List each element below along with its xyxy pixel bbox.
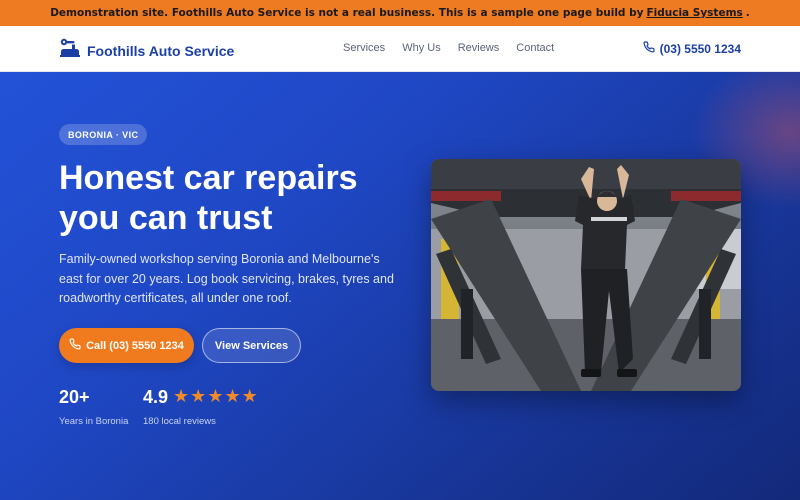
nav-link-contact[interactable]: Contact [516,42,554,54]
phone-icon [643,41,655,56]
stat-rating-value: 4.9 [143,386,169,407]
stat-rating: 4.9 ★ ★ ★ ★ ★ 180 local reviews [143,386,258,428]
demo-banner-end: . [745,7,750,19]
site-header: Foothills Auto Service Services Why Us R… [0,26,800,72]
star-icon: ★ [224,386,241,407]
star-icon: ★ [241,386,258,407]
view-services-button[interactable]: View Services [202,328,301,363]
star-icon: ★ [207,386,224,407]
hero-headline-line-1: Honest car repairs [59,159,358,197]
demo-banner-text: Demonstration site. Foothills Auto Servi… [50,7,644,19]
stat-years-label: Years in Boronia [59,416,129,427]
header-phone-link[interactable]: (03) 5550 1234 [643,41,741,56]
call-button-label: Call (03) 5550 1234 [86,339,184,352]
demo-banner: Demonstration site. Foothills Auto Servi… [0,0,800,26]
main-menu: Services Why Us Reviews Contact [343,42,554,54]
hero-description: Family-owned workshop serving Boronia an… [59,252,394,305]
star-icon: ★ [173,386,190,407]
rating-stars: ★ ★ ★ ★ ★ [173,388,258,406]
brand-name: Foothills Auto Service [87,42,235,59]
stat-rating-label: 180 local reviews [143,416,216,427]
mechanic-photo [431,159,741,391]
hero-headline-line-2: you can trust [59,199,273,237]
hero-headline: Honest car repairs you can trust [59,158,419,238]
stat-rating-row: 4.9 ★ ★ ★ ★ ★ [143,386,258,408]
stat-years: 20+ Years in Boronia [59,386,129,428]
wrench-car-icon [59,38,81,63]
nav-link-why-us[interactable]: Why Us [402,42,441,54]
stat-years-value: 20+ [59,386,90,407]
call-button[interactable]: Call (03) 5550 1234 [59,328,194,363]
header-phone-number: (03) 5550 1234 [659,41,741,56]
nav-link-reviews[interactable]: Reviews [458,42,500,54]
location-badge: BORONIA · VIC [59,124,148,145]
star-icon: ★ [190,386,207,407]
fiducia-link[interactable]: Fiducia Systems [646,7,742,19]
hero-section: BORONIA · VIC Honest car repairs you can… [0,72,800,500]
nav-link-services[interactable]: Services [343,42,385,54]
phone-icon [69,338,81,353]
brand-logo-link[interactable]: Foothills Auto Service [59,38,234,63]
